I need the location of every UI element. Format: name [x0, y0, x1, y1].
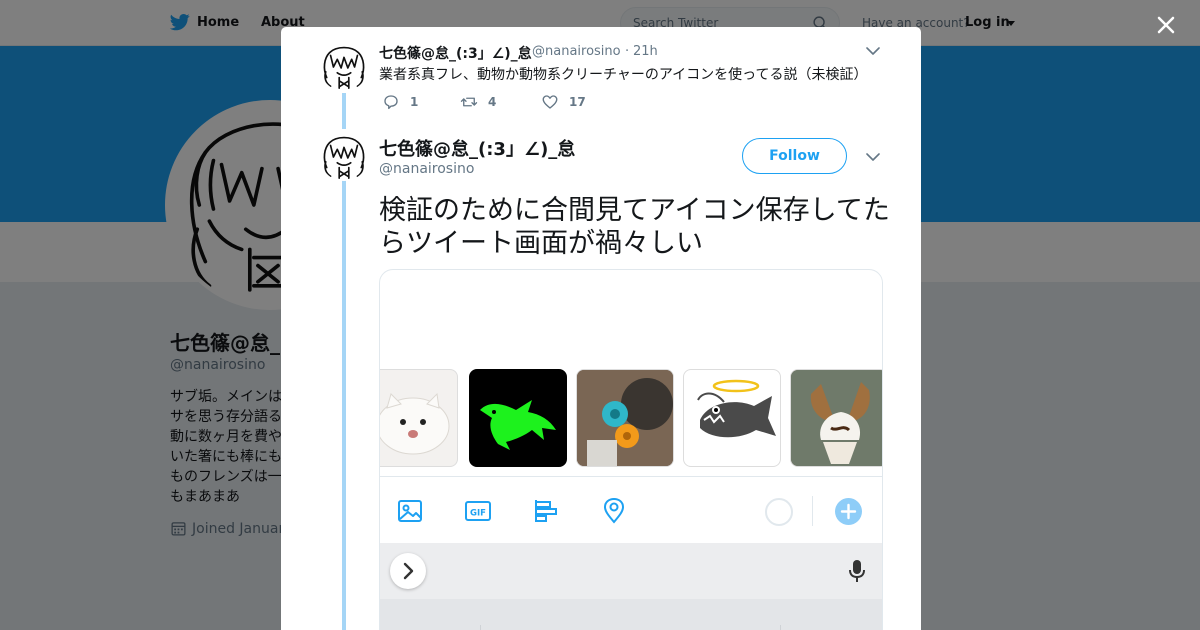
- retweet-action[interactable]: 4: [460, 93, 496, 111]
- sticker-row: [380, 369, 882, 467]
- main-author-name[interactable]: 七色篠@怠_(:3」∠)_怠: [379, 135, 575, 161]
- reply-action[interactable]: 1: [382, 93, 418, 111]
- toolbar-separator: [812, 496, 813, 526]
- plus-icon: [840, 503, 857, 520]
- main-author-handle[interactable]: @nanairosino: [379, 161, 474, 177]
- character-counter-ring: [765, 498, 793, 526]
- microphone-icon: [849, 560, 865, 582]
- green-crocodile-sticker: [469, 369, 567, 467]
- chevron-down-icon[interactable]: [866, 46, 880, 56]
- location-icon: [603, 497, 625, 524]
- main-avatar[interactable]: [320, 133, 368, 181]
- main-tweet-text: 検証のために合間見てアイコン保存してたらツイート画面が禍々しい: [379, 195, 890, 259]
- parent-timestamp[interactable]: 21h: [633, 44, 658, 59]
- thread-connector-line: [342, 179, 346, 630]
- parent-avatar[interactable]: [320, 43, 368, 91]
- close-icon[interactable]: [1152, 11, 1180, 39]
- gif-icon: GIF: [465, 501, 491, 521]
- parent-author-name[interactable]: 七色篠@怠_(:3」∠)_怠: [379, 43, 532, 63]
- keyboard-divider: [480, 625, 481, 630]
- like-action[interactable]: 17: [541, 93, 586, 111]
- keyboard-divider: [780, 625, 781, 630]
- chevron-right-icon: [403, 562, 414, 580]
- media-divider: [380, 476, 882, 477]
- avatar-drawing: [323, 46, 365, 89]
- heart-icon: [542, 95, 558, 109]
- parent-tweet-text: 業者系真フレ、動物か動物系クリーチャーのアイコンを使ってる説（未検証）: [379, 67, 868, 83]
- ice-cream-sticker: [790, 369, 882, 467]
- separator-dot: ·: [625, 44, 630, 59]
- retweet-icon: [460, 97, 478, 107]
- gear-toy-sticker: [576, 369, 674, 467]
- reply-icon: [384, 95, 398, 110]
- angler-fish-sticker: [683, 369, 781, 467]
- svg-text:GIF: GIF: [470, 509, 486, 519]
- reply-count: 1: [410, 95, 419, 109]
- keyboard-area: [380, 599, 882, 630]
- white-cat-sticker: [380, 369, 458, 467]
- image-icon: [398, 500, 422, 522]
- parent-author-handle[interactable]: @nanairosino: [532, 44, 621, 59]
- follow-button[interactable]: Follow: [742, 138, 847, 174]
- thread-connector-line: [342, 93, 346, 129]
- avatar-drawing: [323, 136, 365, 179]
- add-tweet-button: [835, 498, 862, 525]
- retweet-count: 4: [488, 95, 497, 109]
- tweet-media-image[interactable]: GIF: [379, 269, 883, 630]
- like-count: 17: [569, 95, 586, 109]
- keyboard-accessory-bar: [380, 543, 882, 599]
- chevron-right-button: [390, 553, 426, 589]
- tweet-modal: 七色篠@怠_(:3」∠)_怠 @nanairosino · 21h 業者系真フレ…: [281, 27, 921, 630]
- poll-icon: [535, 500, 557, 522]
- chevron-down-icon[interactable]: [866, 152, 880, 162]
